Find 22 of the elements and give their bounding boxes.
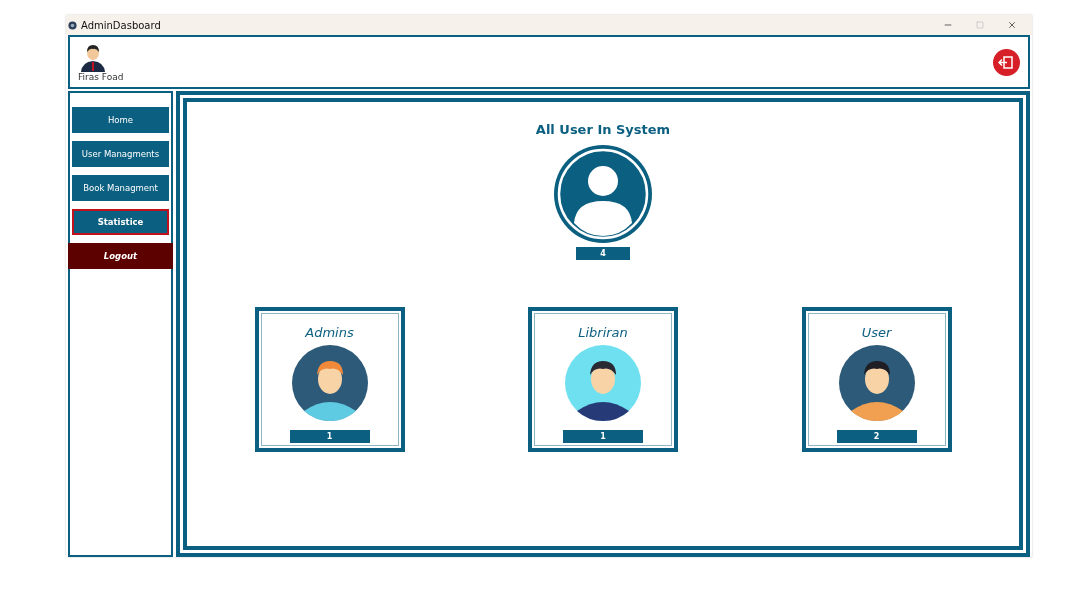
role-count: 1 — [289, 430, 370, 443]
user-avatar-icon — [78, 42, 108, 72]
avatar-icon — [289, 343, 370, 423]
role-count: 1 — [563, 430, 643, 443]
role-title: User — [861, 325, 892, 340]
role-count: 2 — [836, 430, 917, 443]
nav-button[interactable]: User Managments — [72, 141, 169, 167]
role-title: Libriran — [578, 325, 628, 340]
logout-button[interactable]: Logout — [68, 243, 173, 269]
avatar-icon — [836, 343, 917, 423]
total-count: 4 — [576, 247, 630, 260]
nav-button[interactable]: Book Managment — [72, 175, 169, 201]
user-icon — [554, 145, 652, 243]
nav-button[interactable]: Statistice — [72, 209, 169, 235]
avatar-icon — [563, 343, 643, 423]
nav-button[interactable]: Home — [72, 107, 169, 133]
exit-icon[interactable] — [993, 48, 1020, 76]
user-name: Firas Foad — [78, 72, 124, 82]
window-title: AdminDasboard — [81, 19, 162, 31]
role-title: Admins — [305, 325, 354, 340]
summary-title: All User In System — [535, 122, 671, 137]
app-icon — [68, 20, 77, 30]
